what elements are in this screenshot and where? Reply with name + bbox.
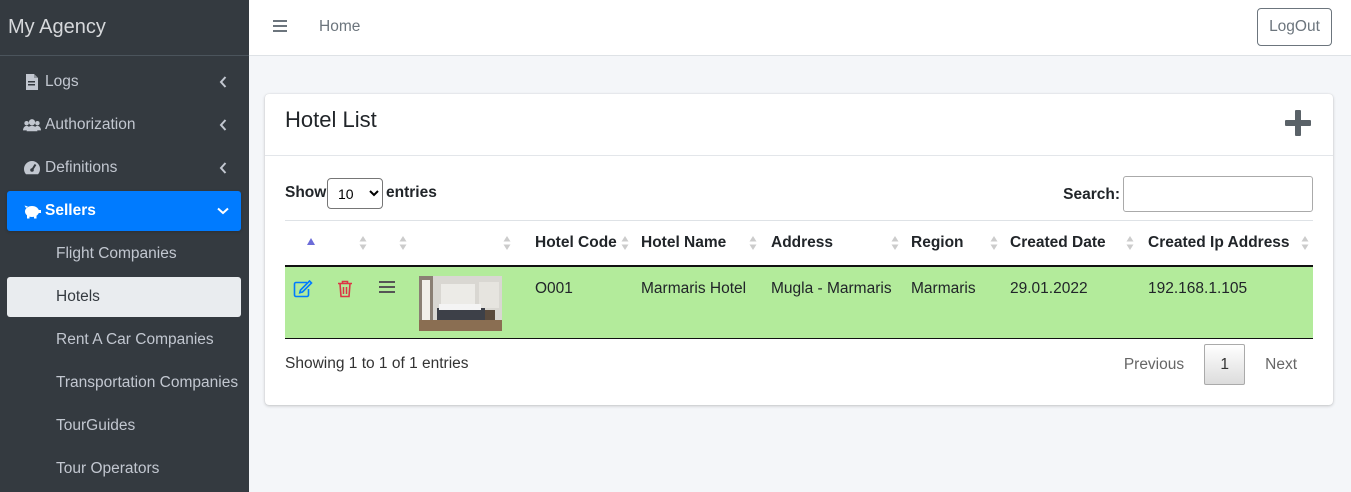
menu-cell (371, 265, 411, 339)
column-header-region[interactable]: Region (903, 220, 1002, 267)
sidebar-item-label: Authorization (45, 116, 136, 133)
column-label: Hotel Name (641, 233, 727, 251)
column-header-menu[interactable] (371, 220, 411, 267)
sort-icon (359, 235, 367, 251)
table-header-row: Hotel Code Hotel Name Address Region Cre… (285, 220, 1313, 267)
column-label: Created Ip Address (1148, 233, 1290, 251)
column-header-address[interactable]: Address (761, 220, 903, 267)
sidebar-item-logs[interactable]: Logs (7, 62, 241, 102)
column-label: Created Date (1010, 233, 1106, 251)
region-cell: Marmaris (903, 265, 1002, 339)
piggy-bank-icon (23, 202, 41, 220)
address-cell: Mugla - Marmaris (761, 265, 903, 339)
hotel-room-thumbnail[interactable] (419, 275, 502, 331)
sort-icon (1301, 235, 1309, 251)
sort-asc-icon (307, 233, 315, 249)
hamburger-menu-icon[interactable] (273, 19, 287, 33)
delete-cell (329, 265, 371, 339)
sort-icon (621, 235, 629, 251)
created-date-cell: 29.01.2022 (1002, 265, 1138, 339)
sort-icon (1126, 235, 1134, 251)
pagination: Previous 1 Next (1108, 344, 1313, 385)
sidebar-subitem-tour-operators[interactable]: Tour Operators (7, 449, 241, 489)
column-header-created-date[interactable]: Created Date (1002, 220, 1138, 267)
card-header: Hotel List (265, 94, 1333, 156)
table-controls: Show 10 entries Search: (285, 176, 1313, 214)
users-icon (23, 116, 41, 134)
page-1-button[interactable]: 1 (1204, 344, 1246, 385)
column-header-image[interactable] (411, 220, 515, 267)
sidebar-item-authorization[interactable]: Authorization (7, 105, 241, 145)
sidebar-subitem-transportation[interactable]: Transportation Companies (7, 363, 241, 403)
chevron-left-icon (215, 160, 231, 176)
sidebar-subitem-hotels[interactable]: Hotels (7, 277, 241, 317)
hotel-list-card: Hotel List Show 10 entries Search: Hotel… (265, 94, 1333, 405)
sidebar-item-label: Sellers (45, 202, 96, 219)
table-row: O001 Marmaris Hotel Mugla - Marmaris Mar… (285, 265, 1313, 339)
chevron-left-icon (215, 74, 231, 90)
entries-select[interactable]: 10 (327, 178, 383, 209)
column-header-edit[interactable] (285, 220, 329, 267)
sort-icon (503, 235, 511, 251)
page-title: Hotel List (285, 107, 377, 132)
sort-icon (399, 235, 407, 251)
edit-icon[interactable] (293, 279, 313, 302)
sidebar-item-label: Definitions (45, 159, 118, 176)
add-hotel-icon[interactable] (1283, 108, 1313, 138)
home-link[interactable]: Home (319, 18, 360, 36)
previous-button[interactable]: Previous (1108, 345, 1200, 385)
column-label: Region (911, 233, 964, 251)
sort-icon (990, 235, 998, 251)
sort-icon (891, 235, 899, 251)
topbar: Home LogOut (249, 0, 1351, 56)
entries-label: entries (386, 184, 437, 201)
hotel-name-cell: Marmaris Hotel (633, 265, 761, 339)
gauge-icon (23, 159, 41, 177)
edit-cell (285, 265, 329, 339)
search-input[interactable] (1123, 176, 1313, 212)
created-ip-cell: 192.168.1.105 (1138, 265, 1313, 339)
logout-button[interactable]: LogOut (1257, 8, 1332, 46)
sidebar-subitem-flight-companies[interactable]: Flight Companies (7, 234, 241, 274)
column-header-hotel-code[interactable]: Hotel Code (515, 220, 633, 267)
column-header-delete[interactable] (329, 220, 371, 267)
column-header-created-ip[interactable]: Created Ip Address (1138, 220, 1313, 267)
search-label: Search: (1063, 186, 1120, 203)
sidebar-item-label: Logs (45, 73, 79, 90)
column-label: Hotel Code (535, 233, 617, 251)
sidebar-nav: Logs Authorization Definitions Sellers F… (0, 56, 249, 489)
hotel-table: Hotel Code Hotel Name Address Region Cre… (285, 220, 1313, 339)
sidebar-subitem-tourguides[interactable]: TourGuides (7, 406, 241, 446)
column-header-hotel-name[interactable]: Hotel Name (633, 220, 761, 267)
chevron-down-icon (215, 203, 231, 219)
file-icon (23, 73, 41, 91)
sidebar-item-definitions[interactable]: Definitions (7, 148, 241, 188)
table-info: Showing 1 to 1 of 1 entries (285, 355, 469, 372)
list-menu-icon[interactable] (379, 280, 395, 298)
show-label: Show (285, 184, 327, 201)
sidebar-subitem-rent-a-car[interactable]: Rent A Car Companies (7, 320, 241, 360)
hotel-code-cell: O001 (515, 265, 633, 339)
column-label: Address (771, 233, 834, 251)
trash-icon[interactable] (337, 280, 353, 302)
brand-title[interactable]: My Agency (0, 0, 249, 56)
image-cell (411, 265, 515, 339)
chevron-left-icon (215, 117, 231, 133)
next-button[interactable]: Next (1249, 345, 1313, 385)
sort-icon (749, 235, 757, 251)
sidebar: My Agency Logs Authorization Definitions (0, 0, 249, 492)
sidebar-item-sellers[interactable]: Sellers (7, 191, 241, 231)
